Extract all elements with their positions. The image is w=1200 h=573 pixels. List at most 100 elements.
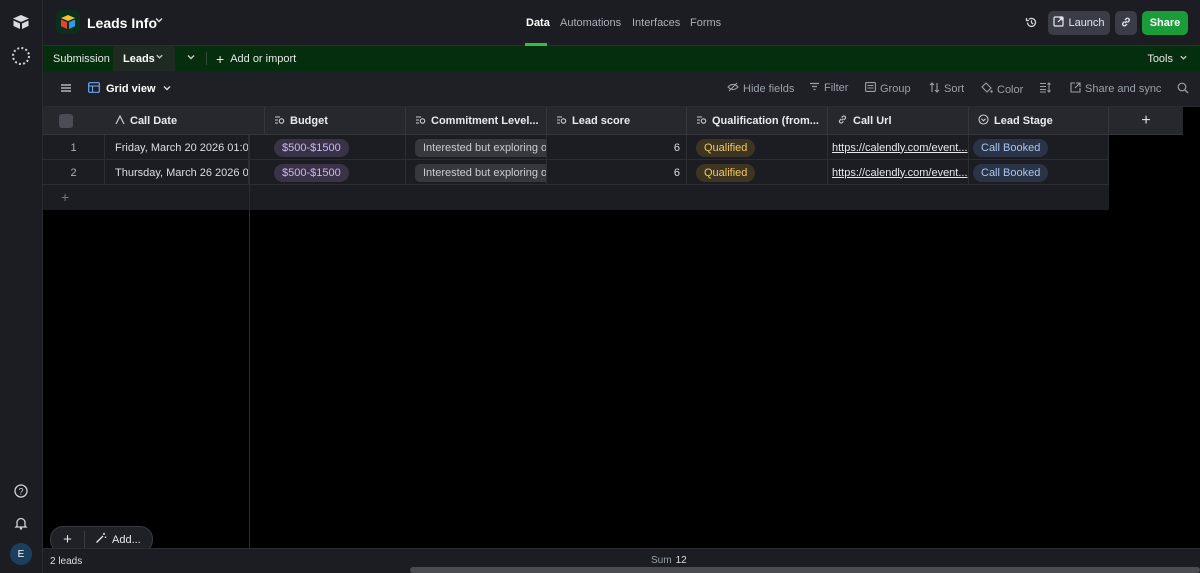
cell-budget[interactable]: $500-$1500: [265, 160, 406, 185]
sum-value: 12: [675, 555, 687, 566]
user-avatar[interactable]: E: [10, 543, 32, 565]
add-or-import-label: Add or import: [230, 52, 297, 65]
all-tables-chevron-icon[interactable]: [186, 52, 196, 65]
share-button[interactable]: Share: [1142, 11, 1188, 35]
grid-header-row: Call Date Budget Commitment Level... Lea…: [43, 107, 1183, 135]
nav-tab-automations[interactable]: Automations: [560, 17, 621, 29]
chevron-down-icon[interactable]: [155, 52, 164, 63]
share-and-sync-button[interactable]: Share and sync: [1070, 82, 1161, 96]
sort-label: Sort: [944, 83, 965, 95]
chevron-down-icon[interactable]: [154, 15, 164, 28]
column-label: Call Url: [853, 115, 892, 127]
launch-button[interactable]: Launch: [1048, 11, 1110, 35]
group-button[interactable]: Group: [865, 82, 911, 95]
filter-icon: [809, 82, 820, 94]
table-tab-submission[interactable]: Submission: [53, 46, 110, 71]
table-row[interactable]: 1 Friday, March 20 2026 01:0... $500-$15…: [43, 135, 1109, 160]
add-ai-button[interactable]: Add...: [85, 532, 141, 547]
cell-call-url[interactable]: https://calendly.com/event...: [828, 135, 969, 160]
cell-lead-stage[interactable]: Call Booked: [969, 160, 1109, 185]
cell-lead-score[interactable]: 6: [547, 135, 687, 160]
copy-link-button[interactable]: [1115, 11, 1137, 35]
table-row[interactable]: 2 Thursday, March 26 2026 0... $500-$150…: [43, 160, 1109, 185]
launch-label: Launch: [1068, 17, 1105, 29]
lookup-icon: [556, 115, 567, 128]
horizontal-scrollbar[interactable]: [410, 567, 1200, 573]
cell-commitment-level[interactable]: Interested but exploring opti: [406, 135, 547, 160]
base-name[interactable]: Leads Info: [87, 15, 157, 31]
table-tab-leads[interactable]: Leads: [113, 46, 175, 71]
column-header-call-url[interactable]: Call Url: [828, 107, 969, 135]
hide-fields-label: Hide fields: [743, 82, 795, 95]
sort-button[interactable]: Sort: [929, 82, 964, 96]
cell-qualification[interactable]: Qualified: [687, 135, 828, 160]
column-header-qualification[interactable]: Qualification (from...: [687, 107, 828, 135]
commitment-tag: Interested but exploring opti: [415, 163, 546, 182]
frozen-column-divider: [249, 135, 250, 548]
hide-fields-button[interactable]: Hide fields: [727, 82, 794, 95]
cell-commitment-level[interactable]: Interested but exploring opti: [406, 160, 547, 185]
row-number: 1: [43, 135, 105, 160]
workspace-loading-icon[interactable]: [11, 46, 31, 66]
base-logo-icon[interactable]: [56, 10, 80, 34]
select-all-cell: [43, 107, 105, 135]
nav-tab-forms[interactable]: Forms: [690, 17, 721, 29]
cell-lead-score[interactable]: 6: [547, 160, 687, 185]
view-name: Grid view: [106, 83, 156, 95]
column-label: Lead Stage: [994, 115, 1053, 127]
lookup-icon: [696, 115, 707, 128]
cell-call-date[interactable]: Friday, March 20 2026 01:0...: [105, 135, 249, 160]
column-header-call-date[interactable]: Call Date: [105, 107, 265, 135]
record-count: 2 leads: [50, 556, 83, 567]
add-label: Add...: [112, 533, 141, 546]
history-icon[interactable]: [1025, 16, 1038, 32]
row-height-icon: [1039, 82, 1051, 96]
column-header-budget[interactable]: Budget: [265, 107, 406, 135]
group-label: Group: [880, 82, 911, 95]
filter-label: Filter: [824, 82, 849, 94]
view-toolbar: Grid view Hide fields Filter Group Sort …: [43, 71, 1200, 107]
cell-lead-stage[interactable]: Call Booked: [969, 135, 1109, 160]
share-and-sync-label: Share and sync: [1085, 83, 1162, 95]
column-header-lead-score[interactable]: Lead score: [547, 107, 687, 135]
column-label: Call Date: [130, 115, 178, 127]
formula-icon: [115, 114, 125, 128]
views-menu-icon[interactable]: [60, 82, 72, 97]
link-icon: [837, 114, 848, 128]
lookup-icon: [415, 115, 426, 128]
notifications-bell-icon[interactable]: [11, 513, 31, 533]
call-url-link[interactable]: https://calendly.com/event...: [832, 167, 968, 179]
grid-icon: [88, 82, 100, 96]
tools-button[interactable]: Tools: [1147, 46, 1188, 71]
column-header-lead-stage[interactable]: Lead Stage: [969, 107, 1109, 135]
call-url-link[interactable]: https://calendly.com/event...: [832, 142, 968, 154]
add-record-row[interactable]: +: [43, 185, 1109, 210]
cell-budget[interactable]: $500-$1500: [265, 135, 406, 160]
cell-call-date[interactable]: Thursday, March 26 2026 0...: [105, 160, 249, 185]
view-switcher[interactable]: Grid view: [88, 82, 172, 96]
column-header-commitment-level[interactable]: Commitment Level...: [406, 107, 547, 135]
nav-tab-interfaces[interactable]: Interfaces: [632, 17, 680, 29]
single-select-icon: [978, 114, 989, 128]
help-icon[interactable]: ?: [11, 481, 31, 501]
column-label: Budget: [290, 115, 328, 127]
search-icon[interactable]: [1177, 82, 1189, 94]
nav-tab-data[interactable]: Data: [526, 17, 550, 29]
row-height-button[interactable]: [1039, 82, 1051, 96]
select-all-checkbox[interactable]: [59, 114, 73, 128]
cell-qualification[interactable]: Qualified: [687, 160, 828, 185]
lead-score-summary[interactable]: Sum 12: [651, 555, 687, 566]
add-record-button[interactable]: +: [51, 531, 85, 548]
home-logo-icon[interactable]: [11, 12, 31, 32]
svg-text:?: ?: [18, 487, 23, 497]
add-or-import-button[interactable]: + Add or import: [216, 46, 296, 71]
group-icon: [865, 82, 876, 95]
left-rail: ? E: [0, 0, 43, 573]
qualification-tag: Qualified: [696, 163, 756, 182]
add-field-button[interactable]: +: [1109, 107, 1183, 135]
cell-call-url[interactable]: https://calendly.com/event...: [828, 160, 969, 185]
filter-button[interactable]: Filter: [809, 82, 848, 94]
lead-stage-tag: Call Booked: [973, 138, 1049, 157]
column-label: Lead score: [572, 115, 631, 127]
color-button[interactable]: Color: [981, 82, 1023, 97]
